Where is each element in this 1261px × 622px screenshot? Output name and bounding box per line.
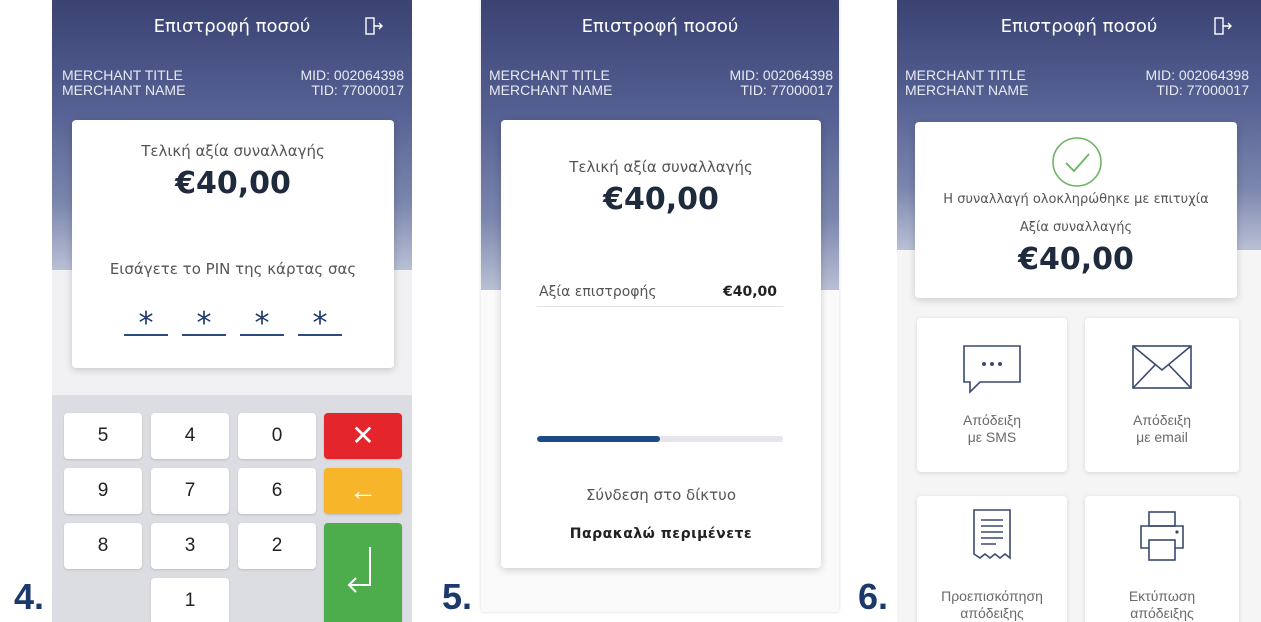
terminal-info: MID: 002064398 TID: 77000017 xyxy=(300,68,404,98)
keypad: 5 4 0 ✕ 9 7 6 ← 8 3 2 1 xyxy=(52,395,412,622)
email-icon xyxy=(1132,345,1192,389)
step-label-6: 6. xyxy=(858,576,889,617)
merchant-name: MERCHANT NAME xyxy=(62,82,186,98)
amount-value: €40,00 xyxy=(603,182,719,217)
processing-card: Τελική αξία συναλλαγής €40,00 Αξία επιστ… xyxy=(501,120,821,568)
amount-label: Τελική αξία συναλλαγής xyxy=(141,142,325,160)
step-label-4: 4. xyxy=(14,576,45,617)
tile-label-line1: Απόδειξη xyxy=(1133,412,1191,428)
merchant-info: MERCHANT TITLE MERCHANT NAME xyxy=(905,68,1028,98)
key-3[interactable]: 3 xyxy=(151,523,229,569)
enter-icon xyxy=(347,547,371,593)
processing-screen: Επιστροφή ποσού MERCHANT TITLE MERCHANT … xyxy=(481,0,839,612)
merchant-title: MERCHANT TITLE xyxy=(489,67,610,83)
merchant-info: MERCHANT TITLE MERCHANT NAME xyxy=(62,68,185,98)
preview-receipt-button[interactable]: Προεπισκόπηση απόδειξης xyxy=(917,496,1067,622)
key-2[interactable]: 2 xyxy=(238,523,316,569)
sms-receipt-button[interactable]: Απόδειξη με SMS xyxy=(917,318,1067,472)
sms-icon xyxy=(963,345,1021,394)
progress-bar xyxy=(537,436,783,442)
screen-title: Επιστροφή ποσού xyxy=(581,16,739,37)
pin-digit-3: * xyxy=(240,306,284,341)
terminal-id: TID: 77000017 xyxy=(311,82,404,98)
check-circle-icon xyxy=(1052,137,1102,187)
screen-title: Επιστροφή ποσού xyxy=(1000,16,1158,37)
key-4[interactable]: 4 xyxy=(151,413,229,459)
terminal-info: MID: 002064398 TID: 77000017 xyxy=(729,68,833,98)
success-card: Η συναλλαγή ολοκληρώθηκε με επιτυχία Αξί… xyxy=(915,122,1237,298)
merchant-title: MERCHANT TITLE xyxy=(62,67,183,83)
refund-value: €40,00 xyxy=(722,284,777,300)
divider xyxy=(537,306,783,307)
tile-label-line2: απόδειξης xyxy=(1130,605,1194,621)
printer-icon xyxy=(1140,511,1184,561)
status-text: Σύνδεση στο δίκτυο xyxy=(585,486,737,504)
success-message: Η συναλλαγή ολοκληρώθηκε με επιτυχία xyxy=(943,192,1209,207)
logout-icon[interactable] xyxy=(1213,16,1233,36)
merchant-title: MERCHANT TITLE xyxy=(905,67,1026,83)
print-receipt-button[interactable]: Εκτύπωση απόδειξης xyxy=(1085,496,1239,622)
terminal-id: TID: 77000017 xyxy=(1156,82,1249,98)
success-screen: Επιστροφή ποσού MERCHANT TITLE MERCHANT … xyxy=(897,0,1261,622)
pin-digit-1: * xyxy=(124,306,168,341)
logout-icon[interactable] xyxy=(364,16,384,36)
terminal-id: TID: 77000017 xyxy=(740,82,833,98)
pin-prompt: Εισάγετε το PIN της κάρτας σας xyxy=(109,260,357,278)
email-receipt-button[interactable]: Απόδειξη με email xyxy=(1085,318,1239,472)
key-7[interactable]: 7 xyxy=(151,468,229,514)
key-0[interactable]: 0 xyxy=(238,413,316,459)
merchant-info: MERCHANT TITLE MERCHANT NAME xyxy=(489,68,612,98)
amount-value: €40,00 xyxy=(175,166,291,201)
merchant-name: MERCHANT NAME xyxy=(905,82,1029,98)
merchant-name: MERCHANT NAME xyxy=(489,82,613,98)
amount-value: €40,00 xyxy=(1018,242,1134,277)
merchant-id: MID: 002064398 xyxy=(300,67,404,83)
tile-label-line2: απόδειξης xyxy=(960,605,1024,621)
wait-text: Παρακαλώ περιμένετε xyxy=(569,526,753,542)
amount-label: Τελική αξία συναλλαγής xyxy=(569,158,753,176)
key-5[interactable]: 5 xyxy=(64,413,142,459)
pin-digit-2: * xyxy=(182,306,226,341)
tile-label-line1: Προεπισκόπηση xyxy=(941,588,1043,604)
key-9[interactable]: 9 xyxy=(64,468,142,514)
progress-fill xyxy=(537,436,660,442)
tile-label-line2: με email xyxy=(1136,429,1188,445)
key-8[interactable]: 8 xyxy=(64,523,142,569)
pin-digit-4: * xyxy=(298,306,342,341)
terminal-info: MID: 002064398 TID: 77000017 xyxy=(1145,68,1249,98)
screen-title: Επιστροφή ποσού xyxy=(153,16,311,37)
tile-label-line2: με SMS xyxy=(967,429,1017,445)
key-6[interactable]: 6 xyxy=(238,468,316,514)
pin-card: Τελική αξία συναλλαγής €40,00 Εισάγετε τ… xyxy=(72,120,394,368)
clear-key[interactable]: ← xyxy=(324,468,402,514)
amount-label: Αξία συναλλαγής xyxy=(1019,220,1133,235)
refund-label: Αξία επιστροφής xyxy=(539,284,657,300)
tile-label-line1: Εκτύπωση xyxy=(1128,588,1196,604)
pin-entry-screen: Επιστροφή ποσού MERCHANT TITLE MERCHANT … xyxy=(52,0,412,622)
cancel-key[interactable]: ✕ xyxy=(324,413,402,459)
step-label-5: 5. xyxy=(442,576,473,617)
tile-label-line1: Απόδειξη xyxy=(963,412,1021,428)
enter-key[interactable] xyxy=(324,523,402,622)
key-1[interactable]: 1 xyxy=(151,578,229,622)
receipt-icon xyxy=(973,509,1011,560)
merchant-id: MID: 002064398 xyxy=(1145,67,1249,83)
merchant-id: MID: 002064398 xyxy=(729,67,833,83)
